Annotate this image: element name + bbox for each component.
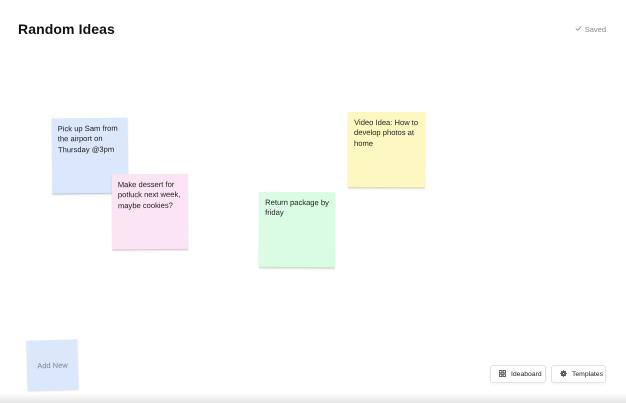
sticky-note[interactable]: Make dessert for potluck next week, mayb…: [111, 173, 189, 251]
check-icon: [575, 25, 582, 34]
saved-label: Saved: [584, 25, 606, 34]
ideaboard-button[interactable]: Ideaboard: [490, 365, 546, 383]
add-new-label: Add New: [37, 360, 68, 370]
sticky-note-text: Video Idea: How to develop photos at hom…: [354, 117, 419, 148]
gear-icon: [560, 369, 567, 379]
ideaboard-canvas: Random Ideas Saved Pick up Sam from the …: [0, 0, 626, 403]
templates-label: Templates: [572, 370, 603, 378]
templates-button[interactable]: Templates: [551, 365, 606, 383]
sticky-note[interactable]: Video Idea: How to develop photos at hom…: [347, 111, 426, 189]
ideaboard-label: Ideaboard: [511, 370, 542, 378]
saved-status: Saved: [575, 25, 606, 34]
grid-icon: [499, 369, 506, 379]
sticky-note-text: Pick up Sam from the airport on Thursday…: [57, 123, 118, 155]
sticky-note-text: Make dessert for potluck next week, mayb…: [117, 179, 181, 211]
sticky-note[interactable]: Return package by friday: [258, 191, 336, 269]
page-title: Random Ideas: [18, 21, 115, 37]
sticky-note-text: Return package by friday: [265, 197, 329, 218]
bottom-edge-shadow: [0, 393, 626, 403]
add-new-note-button[interactable]: Add New: [26, 339, 79, 391]
